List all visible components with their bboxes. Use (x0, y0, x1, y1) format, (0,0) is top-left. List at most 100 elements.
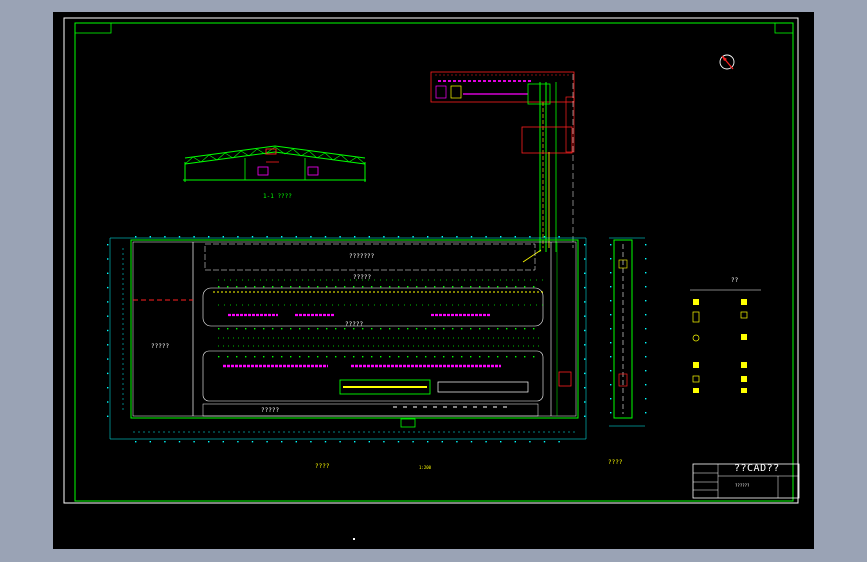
equipment-mark (443, 356, 445, 358)
equipment-mark (335, 328, 337, 330)
grid-tick (281, 441, 283, 443)
equipment-mark (407, 328, 409, 330)
equipment-mark (227, 356, 229, 358)
equipment-mark (245, 356, 247, 358)
grid-tick (645, 398, 647, 400)
conveyor-building (430, 71, 575, 263)
equipment-mark (308, 286, 310, 288)
grid-tick (107, 415, 109, 417)
equipment-mark (425, 356, 427, 358)
equipment-mark (416, 328, 418, 330)
equipment-mark (398, 328, 400, 330)
equipment-mark (461, 286, 463, 288)
grid-tick (107, 401, 109, 403)
grid-tick (584, 286, 586, 289)
grid-tick (222, 441, 224, 443)
side-section (609, 237, 645, 427)
grid-tick (107, 329, 109, 332)
grid-tick (645, 286, 647, 288)
grid-tick (645, 244, 647, 246)
side-caption: ???? (608, 459, 623, 466)
equipment-mark (254, 286, 256, 288)
equipment-mark (470, 328, 472, 330)
grid-tick (610, 272, 612, 274)
equipment-mark (290, 328, 292, 330)
grid-tick (645, 300, 647, 302)
equipment-mark (317, 286, 319, 288)
equipment-mark (389, 328, 391, 330)
grid-tick (645, 370, 647, 372)
grid-tick (610, 314, 612, 316)
equipment-mark (425, 328, 427, 330)
plan-scale: 1:200 (419, 465, 432, 470)
equipment-mark (425, 286, 427, 288)
grid-tick (107, 387, 109, 389)
grid-tick (543, 236, 546, 238)
grid-tick (339, 441, 341, 443)
equipment-mark (380, 286, 382, 288)
grid-tick (107, 244, 109, 246)
equipment-mark (452, 356, 454, 358)
equipment-mark (317, 328, 319, 330)
grid-tick (266, 441, 268, 443)
grid-tick (397, 236, 400, 238)
equipment-mark (488, 328, 490, 330)
section-label: 1-1 ???? (263, 193, 292, 200)
grid-tick (645, 258, 647, 260)
grid-tick (310, 236, 312, 238)
equipment-mark (227, 286, 229, 288)
grid-tick (610, 286, 612, 288)
equipment-mark (416, 356, 418, 358)
plan-caption: ???? (315, 463, 330, 470)
equipment-mark (506, 356, 508, 358)
grid-tick (584, 329, 586, 332)
grid-tick (500, 236, 502, 238)
grid-tick (456, 236, 458, 238)
equipment-mark (398, 356, 400, 358)
zone-top-sub-label: ????? (353, 274, 372, 281)
equipment-mark (371, 328, 373, 330)
grid-tick (645, 384, 647, 386)
grid-tick (310, 441, 312, 443)
cad-viewport[interactable]: 1-1 ???? ????? ??????? ????? ????? ?????… (53, 12, 814, 549)
grid-tick (266, 236, 268, 238)
grid-tick (339, 236, 341, 238)
equipment-mark (290, 356, 292, 358)
equipment-mark (317, 356, 319, 358)
grid-tick (178, 236, 181, 238)
grid-tick (354, 236, 356, 238)
equipment-mark (479, 356, 481, 358)
grid-tick (610, 384, 612, 386)
grid-tick (251, 236, 254, 238)
equipment-mark (344, 286, 346, 288)
grid-tick (237, 236, 239, 238)
equipment-mark (416, 286, 418, 288)
grid-tick (149, 441, 151, 443)
grid-tick (610, 244, 612, 246)
grid-tick (107, 344, 109, 346)
equipment-mark (488, 356, 490, 358)
grid-tick (324, 236, 327, 238)
equipment-mark (326, 286, 328, 288)
equipment-mark (344, 328, 346, 330)
equipment-mark (236, 286, 238, 288)
equipment-mark (362, 286, 364, 288)
equipment-mark (407, 356, 409, 358)
grid-tick (558, 441, 560, 443)
equipment-mark (380, 328, 382, 330)
grid-tick (470, 441, 473, 443)
grid-tick (208, 236, 210, 238)
grid-tick (281, 236, 283, 238)
grid-tick (208, 441, 210, 443)
equipment-mark (371, 356, 373, 358)
grid-tick (295, 236, 297, 238)
equipment-mark (263, 356, 265, 358)
equipment-mark (353, 286, 355, 288)
grid-tick (558, 236, 560, 238)
equipment-mark (533, 328, 535, 330)
grid-tick (324, 441, 327, 443)
equipment-mark (254, 328, 256, 330)
grid-tick (427, 236, 429, 238)
grid-tick (222, 236, 224, 238)
equipment-mark (497, 328, 499, 330)
